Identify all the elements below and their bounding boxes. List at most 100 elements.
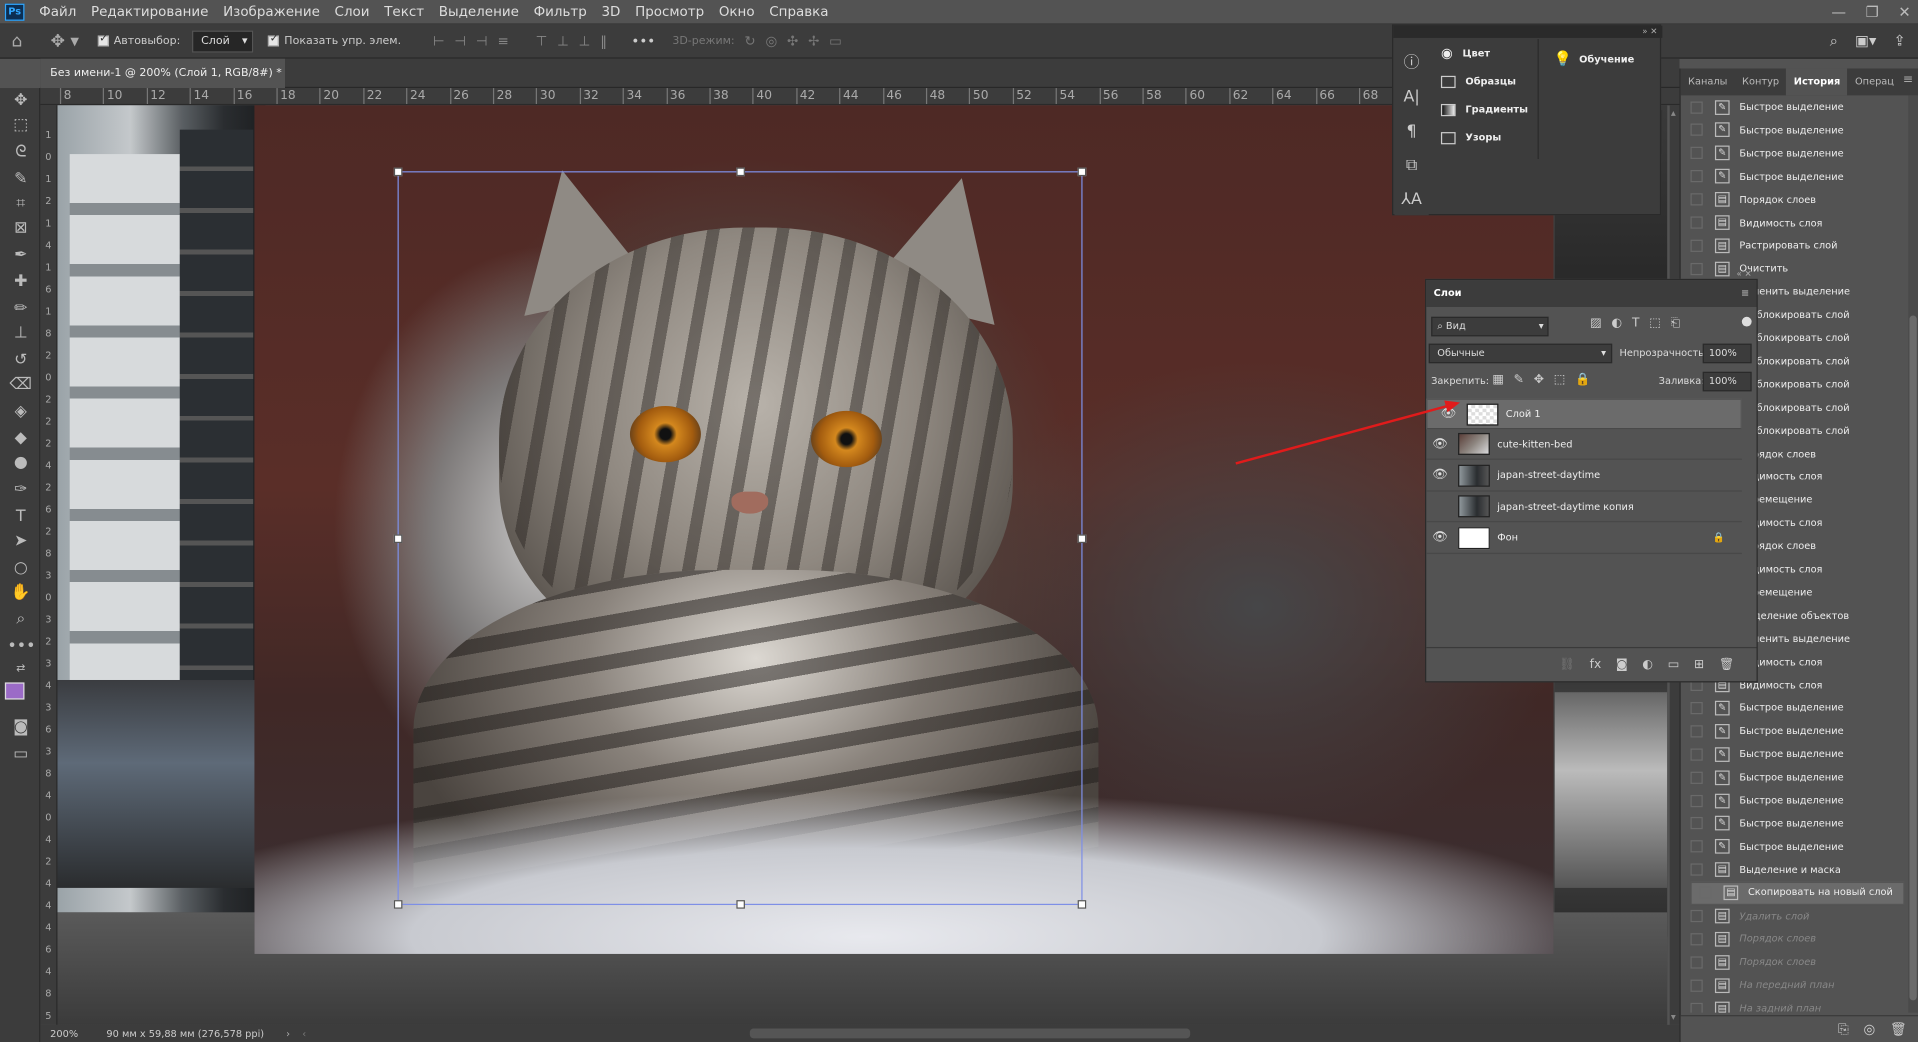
eye-icon[interactable]: 👁: [1426, 438, 1453, 451]
history-checkbox[interactable]: [1690, 817, 1703, 830]
history-item[interactable]: ▤ Очистить: [1690, 257, 1904, 280]
history-item[interactable]: ▤ На передний план: [1690, 974, 1904, 997]
lock-all-icon[interactable]: 🔒: [1575, 373, 1590, 386]
panel-menu-icon[interactable]: ≡: [1903, 73, 1913, 86]
share-icon[interactable]: ⇪: [1893, 32, 1905, 50]
history-item[interactable]: ▤ Порядок слоев: [1690, 951, 1904, 974]
transform-handle-top-left[interactable]: [393, 167, 403, 177]
history-item[interactable]: ✎ Быстрое выделение: [1690, 743, 1904, 766]
transform-handle-top[interactable]: [736, 167, 745, 177]
foreground-color-swatch[interactable]: [4, 682, 25, 700]
move-tool-icon[interactable]: ✥ ▾: [46, 31, 83, 51]
adjustment-icon[interactable]: ◐: [1642, 658, 1653, 671]
history-item[interactable]: ✎ Быстрое выделение: [1690, 789, 1904, 812]
align-bottom-icon[interactable]: ⊥: [579, 33, 591, 49]
history-item[interactable]: ✎ Быстрое выделение: [1690, 142, 1904, 165]
autoselect-select[interactable]: Слой ▾: [192, 29, 254, 52]
history-checkbox[interactable]: [1690, 748, 1703, 761]
panel-menu-icon[interactable]: ≡: [1741, 280, 1749, 307]
filter-smart-icon[interactable]: ⎗: [1671, 317, 1681, 330]
fill-input[interactable]: 100%: [1702, 371, 1752, 392]
checkbox-icon[interactable]: [268, 33, 280, 47]
filter-pixel-icon[interactable]: ▨: [1590, 317, 1602, 330]
pan-3d-icon[interactable]: ✣: [787, 33, 798, 49]
close-icon[interactable]: ✕: [1898, 0, 1910, 24]
paragraph-icon[interactable]: ¶: [1394, 115, 1428, 149]
home-icon[interactable]: ⌂: [0, 31, 34, 51]
distribute-vertical-icon[interactable]: ‖: [600, 33, 607, 49]
layer-row[interactable]: 👁 Фон 🔒: [1426, 523, 1742, 554]
menu-item[interactable]: Справка: [762, 0, 836, 24]
adjust-icon[interactable]: ⧉: [1394, 149, 1428, 183]
history-checkbox[interactable]: [1690, 170, 1703, 183]
horizontal-scrollbar-thumb[interactable]: [749, 1028, 1191, 1039]
layer-thumbnail[interactable]: [1466, 402, 1499, 425]
history-checkbox[interactable]: [1690, 979, 1703, 992]
folder-icon[interactable]: ▭: [1668, 658, 1680, 671]
history-item[interactable]: ▤ Растрировать слой: [1690, 234, 1904, 257]
slide-3d-icon[interactable]: ✢: [808, 33, 819, 49]
collapse-icon[interactable]: »: [1642, 27, 1647, 37]
character-icon[interactable]: A|: [1394, 81, 1428, 115]
zoom-tool-icon[interactable]: ⌕: [7, 609, 34, 631]
new-layer-icon[interactable]: ⊞: [1694, 658, 1704, 671]
link-icon[interactable]: ⛓: [1559, 658, 1575, 671]
lock-image-icon[interactable]: ✎: [1514, 373, 1524, 386]
menu-item[interactable]: Фильтр: [526, 0, 594, 24]
snapshot-icon[interactable]: ◎: [1863, 1021, 1875, 1037]
history-checkbox[interactable]: [1690, 794, 1703, 807]
layer-thumbnail[interactable]: [1458, 495, 1490, 518]
lock-artboard-icon[interactable]: ⬚: [1554, 373, 1566, 386]
trash-icon[interactable]: 🗑: [1890, 1021, 1907, 1037]
pen-tool-icon[interactable]: ✑: [7, 479, 34, 501]
stamp-tool-icon[interactable]: ⊥: [7, 323, 34, 345]
layer-row[interactable]: 👁 Слой 1: [1426, 398, 1742, 430]
history-item[interactable]: ▤ Порядок слоев: [1690, 188, 1904, 211]
align-center-icon[interactable]: ⊣: [454, 33, 466, 49]
history-item[interactable]: ▤ Выделение и маска: [1690, 858, 1904, 881]
layer-row[interactable]: 👁 japan-street-daytime: [1426, 461, 1742, 492]
hand-tool-icon[interactable]: ✋: [7, 582, 34, 604]
transform-handle-right[interactable]: [1077, 534, 1087, 544]
roll-3d-icon[interactable]: ◎: [765, 33, 777, 49]
layer-row[interactable]: japan-street-daytime копия: [1426, 492, 1742, 523]
history-checkbox[interactable]: [1690, 100, 1703, 114]
close-icon[interactable]: ✕: [1650, 27, 1657, 37]
tab-0[interactable]: Каналы: [1681, 68, 1735, 95]
show-transform-checkbox[interactable]: Показать упр. элем.: [268, 33, 401, 47]
search-icon[interactable]: ⌕: [1830, 32, 1838, 50]
scroll-down-icon[interactable]: ▾: [1671, 1011, 1676, 1022]
history-item[interactable]: ✎ Быстрое выделение: [1690, 95, 1904, 118]
align-right-icon[interactable]: ⊣: [476, 33, 488, 49]
menu-item[interactable]: Редактирование: [84, 0, 216, 24]
eraser-tool-icon[interactable]: ⌫: [7, 374, 34, 396]
history-item[interactable]: ▤ На задний план: [1690, 997, 1904, 1013]
swatches-panel-item[interactable]: Образцы: [1431, 67, 1537, 95]
gradients-panel-item[interactable]: Градиенты: [1431, 95, 1537, 123]
filter-adjustment-icon[interactable]: ◐: [1612, 317, 1623, 330]
marquee-tool-icon[interactable]: ⬚: [7, 115, 34, 137]
history-checkbox[interactable]: [1690, 933, 1703, 946]
history-item[interactable]: ▤ Порядок слоев: [1690, 928, 1904, 951]
history-checkbox[interactable]: [1690, 956, 1703, 969]
history-checkbox[interactable]: [1690, 239, 1703, 252]
history-checkbox[interactable]: [1690, 124, 1703, 137]
layers-title[interactable]: Слои: [1434, 287, 1462, 298]
more-icon[interactable]: •••: [631, 33, 655, 49]
workspace-icon[interactable]: ▣▾: [1855, 32, 1876, 50]
tab-1[interactable]: Контур: [1735, 68, 1787, 95]
history-checkbox[interactable]: [1690, 193, 1703, 206]
transform-handle-bottom-right[interactable]: [1077, 900, 1087, 909]
transform-handle-left[interactable]: [393, 534, 403, 544]
healing-brush-icon[interactable]: ✚: [7, 272, 34, 294]
eyedropper-tool-icon[interactable]: ✒: [7, 245, 34, 267]
eye-icon[interactable]: 👁: [1426, 531, 1453, 544]
align-left-icon[interactable]: ⊢: [433, 33, 445, 49]
history-checkbox[interactable]: [1699, 886, 1712, 900]
lasso-tool-icon[interactable]: ᘓ: [7, 142, 34, 164]
menu-item[interactable]: Изображение: [216, 0, 327, 24]
history-checkbox[interactable]: [1690, 724, 1703, 738]
layers-collapse-icon[interactable]: « ✕: [1736, 269, 1751, 279]
swap-colors-icon[interactable]: ⇄: [7, 658, 34, 680]
blend-mode-select[interactable]: Обычные ▾: [1428, 343, 1613, 364]
